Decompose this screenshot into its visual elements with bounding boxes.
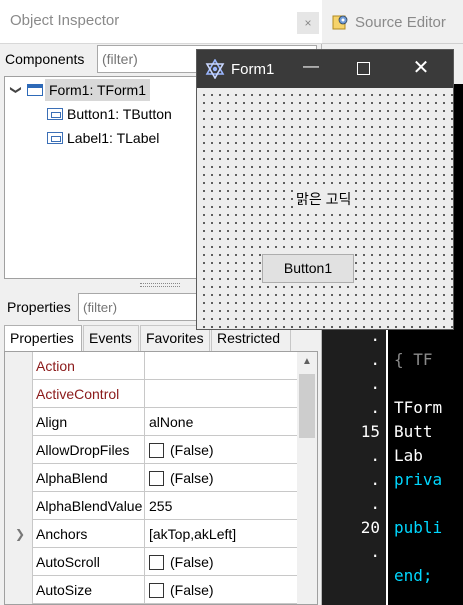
- line-number: .: [370, 446, 380, 465]
- property-value[interactable]: (False): [145, 576, 297, 604]
- row-gutter: [5, 380, 33, 408]
- vertical-scrollbar[interactable]: ▲: [297, 352, 317, 604]
- property-value-text: (False): [170, 554, 214, 570]
- property-row[interactable]: AlphaBlendValue 255: [5, 492, 297, 520]
- property-name: Action: [33, 352, 145, 380]
- tree-item-label: Form1: TForm1: [45, 79, 150, 101]
- property-value[interactable]: alNone: [145, 408, 297, 436]
- property-row[interactable]: AutoSize (False): [5, 576, 297, 604]
- code-line[interactable]: priva: [394, 468, 442, 492]
- property-name: ActiveControl: [33, 380, 145, 408]
- property-value-text: (False): [170, 442, 214, 458]
- close-icon[interactable]: ✕: [409, 56, 433, 80]
- property-name: Align: [33, 408, 145, 436]
- form1-titlebar[interactable]: Form1 — ✕: [197, 50, 453, 88]
- property-name: AlphaBlend: [33, 464, 145, 492]
- line-number: .: [370, 542, 380, 561]
- components-label: Components: [5, 51, 85, 67]
- property-value[interactable]: (False): [145, 464, 297, 492]
- property-row[interactable]: AutoScroll (False): [5, 548, 297, 576]
- tree-item-label: Button1: TButton: [67, 106, 172, 122]
- checkbox[interactable]: [149, 555, 164, 570]
- property-value-text: (False): [170, 582, 214, 598]
- label-component-icon: [47, 132, 63, 144]
- row-gutter: [5, 408, 33, 436]
- line-number: .: [370, 398, 380, 417]
- property-name: AllowDropFiles: [33, 436, 145, 464]
- row-gutter: [5, 436, 33, 464]
- lazarus-logo-icon: [205, 59, 225, 79]
- property-value-text: [akTop,akLeft]: [149, 526, 237, 542]
- row-gutter: [5, 548, 33, 576]
- property-row[interactable]: Align alNone: [5, 408, 297, 436]
- object-inspector-title: Object Inspector: [10, 12, 120, 29]
- property-value-text: 255: [149, 498, 173, 514]
- property-name: AlphaBlendValue: [33, 492, 145, 520]
- code-line[interactable]: Lab: [394, 444, 423, 468]
- chevron-down-icon[interactable]: ❯: [5, 85, 27, 94]
- tree-item-button1[interactable]: Button1: TButton: [5, 103, 205, 125]
- property-row[interactable]: AllowDropFiles (False): [5, 436, 297, 464]
- splitter-handle[interactable]: [140, 283, 180, 287]
- code-line[interactable]: { TF: [394, 348, 433, 372]
- property-value[interactable]: (False): [145, 436, 297, 464]
- property-name: AutoScroll: [33, 548, 145, 576]
- maximize-icon[interactable]: [357, 62, 370, 75]
- checkbox[interactable]: [149, 583, 164, 598]
- form-design-canvas[interactable]: 맑은 고딕 Button1: [197, 88, 453, 329]
- property-row[interactable]: ActiveControl: [5, 380, 297, 408]
- button1-control[interactable]: Button1: [262, 254, 354, 283]
- property-value-text: (False): [170, 470, 214, 486]
- property-value-text: alNone: [149, 414, 194, 430]
- button-component-icon: [47, 108, 63, 120]
- source-editor-titlebar[interactable]: Source Editor: [322, 0, 463, 44]
- line-number: 20: [360, 518, 380, 537]
- form-icon: [27, 84, 43, 96]
- line-number: .: [370, 374, 380, 393]
- line-number: .: [370, 470, 380, 489]
- property-name: AutoSize: [33, 576, 145, 604]
- row-gutter: ❯: [5, 520, 33, 548]
- code-line[interactable]: publi: [394, 516, 442, 540]
- property-grid[interactable]: Action ActiveControl Align alNone AllowDropF…: [4, 351, 318, 605]
- property-value[interactable]: 255: [145, 492, 297, 520]
- row-gutter: [5, 492, 33, 520]
- form1-designer-window: Form1 — ✕ 맑은 고딕 Button1: [196, 49, 454, 330]
- chevron-right-icon[interactable]: ❯: [15, 527, 25, 541]
- property-value[interactable]: (False): [145, 548, 297, 576]
- tab-properties[interactable]: Properties: [4, 325, 82, 351]
- form1-title: Form1: [231, 61, 275, 78]
- source-editor-icon: [332, 15, 348, 30]
- properties-label: Properties: [7, 299, 71, 315]
- row-gutter: [5, 352, 33, 380]
- property-value[interactable]: [akTop,akLeft]: [145, 520, 297, 548]
- code-line[interactable]: end;: [394, 564, 433, 588]
- row-gutter: [5, 576, 33, 604]
- property-value[interactable]: [145, 352, 297, 380]
- row-gutter: [5, 464, 33, 492]
- source-editor-title: Source Editor: [355, 14, 446, 31]
- tree-item-form1[interactable]: ❯ Form1: TForm1: [5, 79, 155, 101]
- property-row[interactable]: ❯ Anchors [akTop,akLeft]: [5, 520, 297, 548]
- code-line[interactable]: TForm: [394, 396, 442, 420]
- property-name: Anchors: [33, 520, 145, 548]
- code-line[interactable]: Butt: [394, 420, 433, 444]
- label1-control[interactable]: 맑은 고딕: [294, 189, 354, 209]
- property-value[interactable]: [145, 380, 297, 408]
- property-row[interactable]: AlphaBlend (False): [5, 464, 297, 492]
- line-number: 15: [360, 422, 380, 441]
- minimize-icon[interactable]: —: [301, 58, 321, 78]
- property-row[interactable]: Action: [5, 352, 297, 380]
- tree-item-label: Label1: TLabel: [67, 130, 160, 146]
- close-icon[interactable]: ×: [297, 12, 319, 34]
- line-number: .: [370, 350, 380, 369]
- tab-events[interactable]: Events: [83, 325, 139, 351]
- scrollbar-thumb[interactable]: [299, 374, 315, 438]
- scroll-up-icon[interactable]: ▲: [297, 356, 317, 372]
- tree-item-label1[interactable]: Label1: TLabel: [5, 127, 205, 149]
- object-inspector-titlebar[interactable]: Object Inspector ×: [0, 0, 322, 44]
- line-number: .: [370, 494, 380, 513]
- checkbox[interactable]: [149, 443, 164, 458]
- checkbox[interactable]: [149, 471, 164, 486]
